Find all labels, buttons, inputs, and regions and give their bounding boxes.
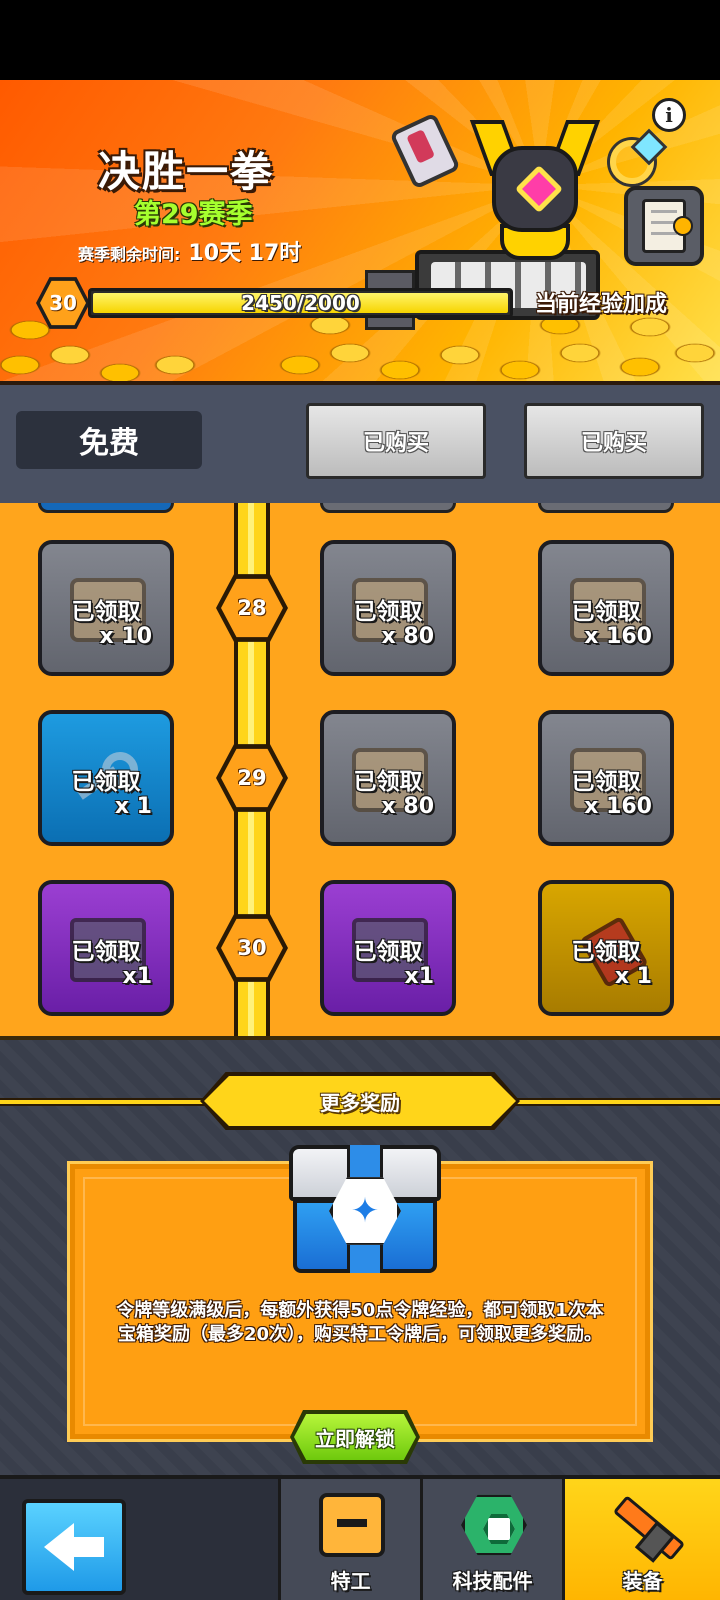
- reward-quantity: x 10: [99, 624, 152, 649]
- ring-illustration: [610, 140, 654, 184]
- previous-row-card-paid-2: [538, 503, 674, 513]
- reward-card-paid-1[interactable]: 已领取 x 80: [320, 710, 456, 846]
- remaining-time: 10天 17时: [188, 241, 302, 266]
- remaining-label: 赛季剩余时间:: [78, 245, 181, 264]
- more-rewards-title: 更多奖励: [204, 1076, 516, 1126]
- nav-tab-equipment[interactable]: 装备: [562, 1479, 720, 1600]
- claimed-label: 已领取: [71, 769, 141, 795]
- reward-quantity: x 160: [584, 624, 652, 649]
- level-badge-value: 29: [221, 748, 283, 808]
- robot-mascot-illustration: [469, 120, 601, 270]
- nav-tab-label: 特工: [330, 1569, 371, 1593]
- nav-tab-label: 装备: [622, 1569, 663, 1593]
- reward-card-paid-2[interactable]: 已领取 x 160: [538, 540, 674, 676]
- level-badge-value: 30: [221, 918, 283, 978]
- previous-row-card-free: [38, 503, 174, 513]
- reward-track-list[interactable]: 28 已领取 x 10 已领取 x 80 已领取 x 160 29 已领取 x 1 已领取 x 80 已…: [0, 503, 720, 1040]
- season-banner: 决胜一拳 第29赛季 赛季剩余时间: 10天 17时 i 30 2450/2000…: [0, 80, 720, 385]
- unlock-now-button[interactable]: 立即解锁: [290, 1410, 420, 1464]
- reward-quantity: x 1: [614, 964, 652, 989]
- reward-quantity: x1: [122, 964, 153, 989]
- claimed-label: 已领取: [353, 939, 423, 965]
- reward-quantity: x 80: [381, 794, 434, 819]
- reward-card-free[interactable]: 已领取 x 1: [38, 710, 174, 846]
- nav-tab-label: 科技配件: [452, 1569, 533, 1593]
- claimed-label: 已领取: [71, 599, 141, 625]
- season-remaining: 赛季剩余时间: 10天 17时: [78, 235, 301, 267]
- back-arrow-icon: [44, 1523, 104, 1571]
- claimed-label: 已领取: [71, 939, 141, 965]
- bonus-chest-panel: 令牌等级满级后，每额外获得50点令牌经验，都可领取1次本宝箱奖励（最多20次），…: [67, 1145, 653, 1442]
- bonus-chest-icon: [289, 1145, 441, 1277]
- reward-card-paid-1[interactable]: 已领取 x1: [320, 880, 456, 1016]
- reward-card-free[interactable]: 已领取 x 10: [38, 540, 174, 676]
- level-badge: 29: [216, 744, 288, 812]
- reward-card-free[interactable]: 已领取 x1: [38, 880, 174, 1016]
- reward-card-paid-2[interactable]: 已领取 x 160: [538, 710, 674, 846]
- nav-tab-tech-parts[interactable]: 科技配件: [420, 1479, 562, 1600]
- level-badge: 30: [216, 914, 288, 982]
- bonus-description: 令牌等级满级后，每额外获得50点令牌经验，都可领取1次本宝箱奖励（最多20次），…: [116, 1300, 604, 1345]
- claimed-label: 已领取: [571, 939, 641, 965]
- xp-progress-text: 2450/2000: [241, 291, 360, 315]
- tech-parts-icon: [461, 1494, 527, 1556]
- claimed-label: 已领取: [571, 599, 641, 625]
- xp-progress-bar: 2450/2000: [88, 288, 513, 318]
- level-badge: 28: [216, 574, 288, 642]
- claimed-label: 已领取: [571, 769, 641, 795]
- equipment-icon: [603, 1493, 669, 1557]
- claimed-label: 已领取: [353, 769, 423, 795]
- xp-bonus-label[interactable]: 当前经验加成: [535, 286, 667, 318]
- tab-paid-purchased-1[interactable]: 已购买: [306, 403, 486, 479]
- status-bar: [0, 0, 720, 80]
- reward-quantity: x1: [404, 964, 435, 989]
- unlock-now-label: 立即解锁: [294, 1414, 416, 1460]
- reward-track-header: 免费 已购买 已购买: [0, 385, 720, 503]
- back-button[interactable]: [22, 1499, 126, 1595]
- reward-quantity: x 80: [381, 624, 434, 649]
- event-title: 决胜一拳: [98, 147, 275, 196]
- scroll-icon: [642, 199, 693, 253]
- reward-card-paid-1[interactable]: 已领取 x 80: [320, 540, 456, 676]
- claimed-label: 已领取: [353, 599, 423, 625]
- nav-tab-agent[interactable]: 特工: [278, 1479, 420, 1600]
- xp-bonus-scroll-button[interactable]: [624, 186, 704, 266]
- level-badge-value: 28: [221, 578, 283, 638]
- reward-quantity: x 160: [584, 794, 652, 819]
- bottom-nav: 特工 科技配件 装备: [0, 1475, 720, 1600]
- pass-level-value: 30: [40, 280, 86, 326]
- info-icon[interactable]: i: [652, 98, 686, 132]
- season-label: 第29赛季: [134, 199, 253, 230]
- tab-free[interactable]: 免费: [16, 411, 202, 469]
- reward-card-paid-2[interactable]: 已领取 x 1: [538, 880, 674, 1016]
- previous-row-card-paid-1: [320, 503, 456, 513]
- robot-eye: [514, 164, 564, 214]
- reward-quantity: x 1: [114, 794, 152, 819]
- tab-paid-purchased-2[interactable]: 已购买: [524, 403, 704, 479]
- more-rewards-section: 更多奖励 令牌等级满级后，每额外获得50点令牌经验，都可领取1次本宝箱奖励（最多…: [0, 1040, 720, 1475]
- robot-head: [492, 146, 578, 232]
- agent-icon: [319, 1493, 385, 1557]
